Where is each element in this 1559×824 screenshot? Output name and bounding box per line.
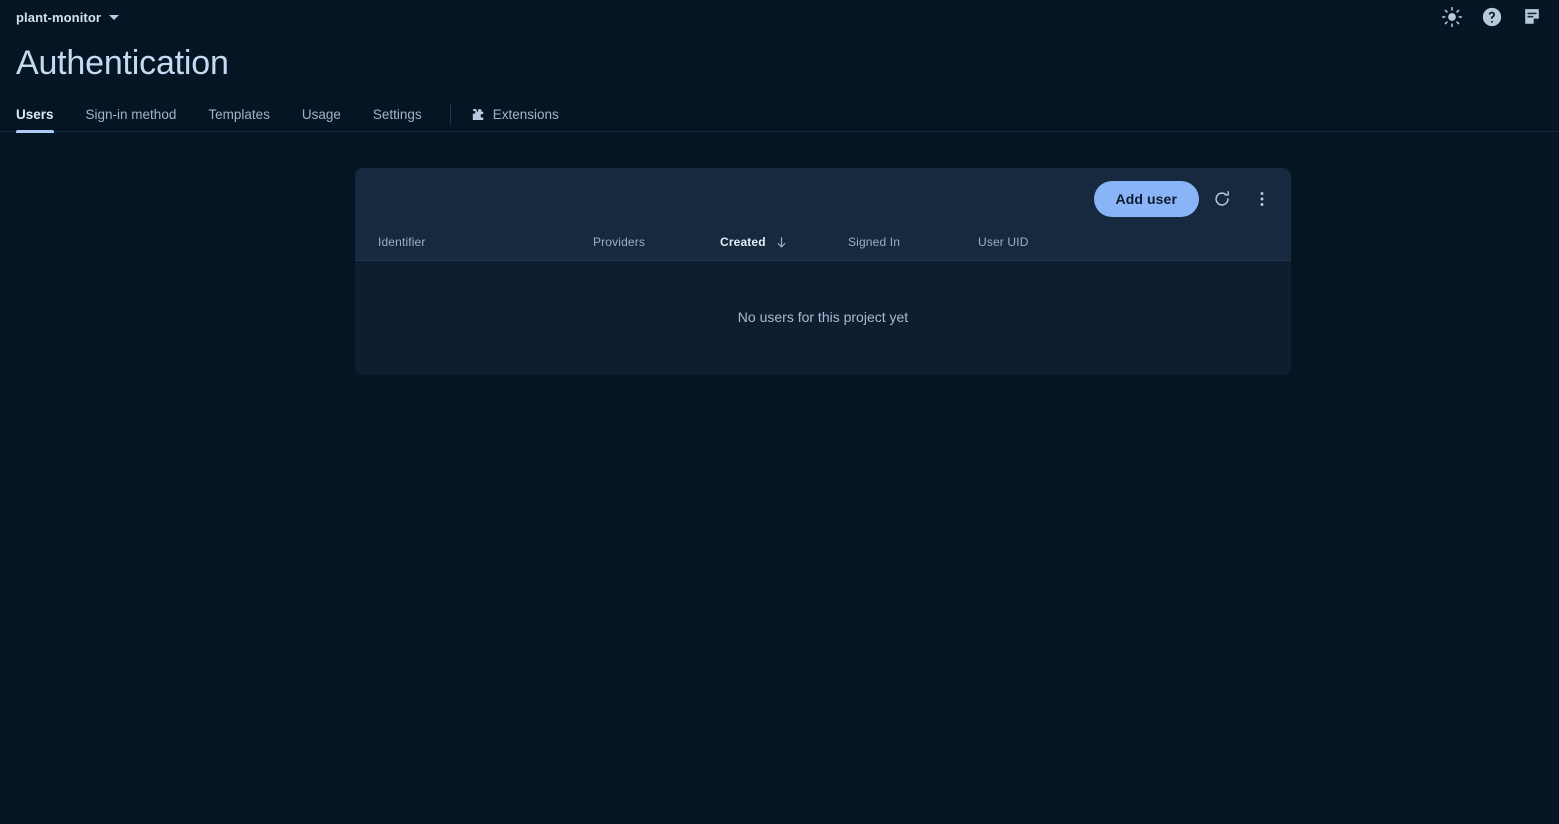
authentication-page: plant-monitor Authentication Users Sign-… [0, 0, 1559, 824]
extensions-icon [471, 107, 486, 122]
column-header-user-uid-label: User UID [978, 235, 1029, 249]
arrow-down-icon [777, 236, 786, 248]
tab-users[interactable]: Users [16, 96, 70, 133]
tab-bar: Users Sign-in method Templates Usage Set… [0, 96, 1559, 133]
tab-list: Users Sign-in method Templates Usage Set… [0, 96, 1559, 133]
tab-settings-label: Settings [372, 106, 422, 122]
refresh-icon [1215, 191, 1229, 206]
users-table-header-row: Identifier Providers Created Signed In U… [355, 224, 1291, 260]
column-header-signed-in-label: Signed In [848, 235, 901, 249]
column-header-user-uid[interactable]: User UID [978, 235, 1128, 249]
users-card-toolbar: Add user [1093, 181, 1279, 217]
feedback-icon-button[interactable] [1517, 2, 1547, 32]
tab-templates-label: Templates [208, 106, 270, 122]
more-options-button[interactable] [1245, 182, 1279, 216]
tab-divider [449, 103, 451, 125]
column-header-created-label: Created [720, 235, 766, 249]
top-bar: plant-monitor [0, 0, 1559, 34]
tab-sign-in-method-label: Sign-in method [85, 106, 177, 122]
column-header-signed-in[interactable]: Signed In [848, 235, 978, 249]
users-table-body: No users for this project yet [355, 262, 1291, 375]
column-header-providers-label: Providers [593, 235, 646, 249]
help-icon-button[interactable] [1477, 2, 1507, 32]
brightness-icon-button[interactable] [1437, 2, 1467, 32]
tab-settings[interactable]: Settings [357, 96, 438, 132]
tab-extensions-label: Extensions [492, 106, 559, 122]
project-switcher[interactable]: plant-monitor [14, 8, 121, 27]
tab-sign-in-method[interactable]: Sign-in method [70, 96, 193, 132]
tab-extensions[interactable]: Extensions [455, 96, 575, 132]
project-name-label: plant-monitor [16, 9, 102, 25]
tab-usage[interactable]: Usage [286, 96, 357, 132]
chevron-down-icon [109, 14, 120, 20]
help-icon [1482, 7, 1502, 27]
column-header-identifier[interactable]: Identifier [378, 235, 593, 249]
column-header-providers[interactable]: Providers [593, 235, 720, 249]
column-header-identifier-label: Identifier [378, 235, 426, 249]
column-header-created[interactable]: Created [720, 235, 848, 250]
topbar-actions [1437, 2, 1547, 32]
refresh-button[interactable] [1205, 182, 1239, 216]
empty-state-message: No users for this project yet [737, 308, 909, 325]
page-title: Authentication [16, 44, 229, 82]
users-card-header: Add user Identifier Providers Created Si… [355, 168, 1291, 261]
brightness-icon [1441, 6, 1463, 28]
more-vert-icon [1260, 192, 1264, 206]
users-card: Add user Identifier Providers Created Si… [355, 168, 1291, 375]
add-user-button[interactable]: Add user [1093, 181, 1199, 217]
tab-users-label: Users [16, 106, 54, 122]
tab-templates[interactable]: Templates [192, 96, 286, 132]
feedback-icon [1525, 9, 1539, 24]
tab-usage-label: Usage [301, 106, 341, 122]
